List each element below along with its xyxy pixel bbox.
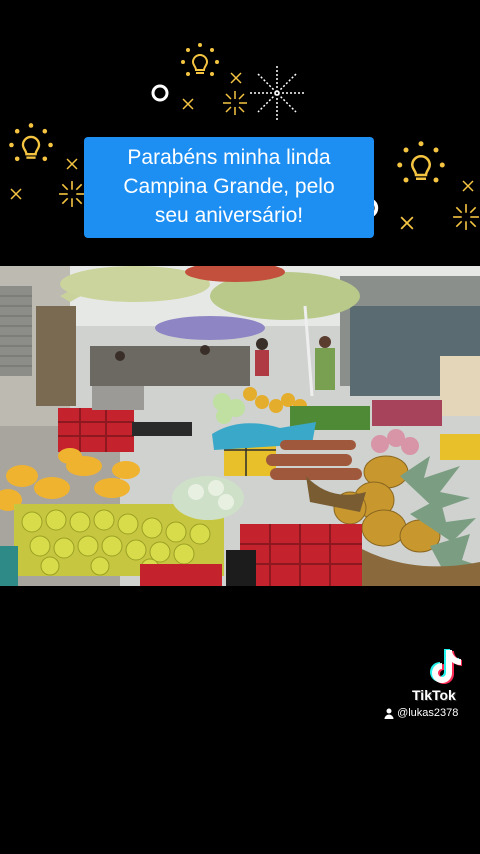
person-icon — [384, 708, 394, 719]
lightbulb-icon — [397, 141, 445, 183]
sparkle-icon — [182, 98, 194, 110]
market-photo — [0, 266, 480, 586]
caption-line: seu aniversário! — [154, 204, 304, 227]
firework-icon — [250, 66, 304, 120]
tiktok-logo-icon — [430, 649, 462, 684]
sparkle-icon — [10, 188, 22, 200]
firework-icon — [223, 91, 247, 115]
tiktok-brand: TikTok — [412, 687, 456, 703]
sparkle-icon — [400, 216, 414, 230]
caption-banner: Parabéns minha linda Campina Grande, pel… — [84, 137, 374, 238]
tiktok-username: @lukas2378 — [384, 707, 458, 719]
sparkle-icon — [462, 180, 474, 192]
ring-icon — [151, 84, 169, 102]
username-text: @lukas2378 — [397, 707, 459, 719]
caption-line: Campina Grande, pelo — [123, 175, 335, 198]
lightbulb-icon — [9, 123, 53, 162]
sparkle-icon — [230, 72, 242, 84]
market-scene — [0, 266, 480, 586]
sparkle-icon — [66, 158, 78, 170]
caption-line: Parabéns minha linda — [127, 146, 331, 169]
lightbulb-icon — [181, 43, 219, 76]
firework-icon — [453, 204, 479, 230]
firework-icon — [59, 181, 85, 207]
